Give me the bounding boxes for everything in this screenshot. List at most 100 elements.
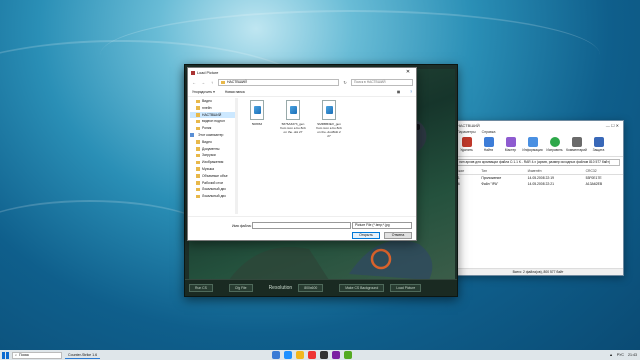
table-row[interactable]: 96 Файл "IPA" 14.05.2008 22:21 A13A62EB <box>453 181 623 187</box>
make-background-button[interactable]: Make CS Background <box>339 284 385 292</box>
info-icon <box>527 137 538 147</box>
sidebar-item[interactable]: Объемные объе <box>190 173 235 180</box>
file-type-select[interactable]: Picture File (*.bmp;*.jpg <box>352 222 412 229</box>
refresh-icon[interactable]: ↻ <box>342 80 348 85</box>
back-icon[interactable]: ← <box>191 80 197 85</box>
image-file-icon <box>250 100 264 120</box>
sidebar-item[interactable]: Локальный дис <box>190 193 235 200</box>
tool-label: Удалить <box>460 148 473 152</box>
taskbar-app-counter-strike[interactable]: Counter-Strike 1.6 <box>65 352 101 359</box>
sidebar-item[interactable]: Документы <box>190 146 235 153</box>
sidebar-item[interactable]: Загрузки <box>190 152 235 159</box>
tool-repair-button[interactable]: Исправить <box>545 137 564 154</box>
navigation-scrollbar[interactable] <box>235 98 238 214</box>
sidebar-item[interactable]: Этот компьютер <box>190 132 235 139</box>
sidebar-item-label: НАСТВШИЙ <box>202 112 222 117</box>
sidebar-item-label: видеоп подгол <box>202 119 225 124</box>
computer-icon <box>190 133 194 137</box>
game-icon[interactable] <box>320 351 328 359</box>
menu-item[interactable]: Справка <box>482 130 496 134</box>
sidebar-item[interactable]: Локальный дис <box>190 186 235 193</box>
tool-label: Исправить <box>546 148 563 152</box>
sidebar-item-label: Музыка <box>202 166 214 171</box>
run-cs-button[interactable]: Run CS <box>189 284 213 292</box>
sidebar-item[interactable]: НАСТВШИЙ <box>190 111 235 119</box>
archive-path: лин архив для архивации файла C:1.1 К - … <box>456 159 620 166</box>
sidebar-item[interactable]: Музыка <box>190 166 235 173</box>
archive-file-table: Сжат Тип Изменён CRC32 21 Приложение 14.… <box>453 168 623 187</box>
sidebar-item[interactable]: Видео <box>190 98 235 105</box>
resolution-label: Resolution <box>268 285 293 291</box>
system-tray: ▲ РУС 21:43 <box>609 350 637 360</box>
archiver-icon[interactable] <box>332 351 340 359</box>
find-icon <box>483 137 494 147</box>
sidebar-item[interactable]: Ролик <box>190 125 235 132</box>
cell: 14.05.2008 22:21 <box>527 182 555 186</box>
edge-icon[interactable] <box>284 351 292 359</box>
tool-label: Найти <box>483 148 494 152</box>
clock[interactable]: 21:43 <box>628 353 637 357</box>
sidebar-item[interactable]: Рабочий стол <box>190 180 235 187</box>
cell: A13A62EB <box>585 182 603 186</box>
tool-protect-button[interactable]: Защита <box>589 137 608 154</box>
tool-label: Защита <box>592 148 605 152</box>
sidebar-item[interactable]: Изображения <box>190 159 235 166</box>
sidebar-item[interactable]: Видео <box>190 139 235 146</box>
file-item[interactable]: 508863 <box>244 100 270 138</box>
folder-icon <box>196 174 200 178</box>
file-item[interactable]: SMRBB3EX_gen from icon a bo 8nb on the..… <box>316 100 342 138</box>
app-icon[interactable] <box>344 351 352 359</box>
tool-wizard-button[interactable]: Мастер <box>501 137 520 154</box>
archiver-toolbar: Удалить Найти Мастер Информация Исправит… <box>453 135 623 157</box>
sidebar-item[interactable]: плейн <box>190 105 235 112</box>
folder-icon <box>196 153 200 158</box>
address-bar[interactable]: НАСТВШИЙ <box>218 79 339 86</box>
sidebar-item-label: Изображения <box>202 160 224 165</box>
archiver-window: НАСТВШИЙ — ☐ ✕ Параметры Справка Удалить… <box>452 120 624 276</box>
new-folder-button[interactable]: Новая папка <box>225 90 245 94</box>
view-icon[interactable]: ▦ <box>397 90 400 94</box>
network-icon[interactable]: ▲ <box>609 353 613 357</box>
up-icon[interactable]: ↑ <box>209 80 215 85</box>
tool-comment-button[interactable]: Комментарий <box>566 137 587 154</box>
filename-label: Имя файла: <box>232 224 252 228</box>
filename-input[interactable] <box>252 222 351 229</box>
tool-info-button[interactable]: Информация <box>522 137 543 154</box>
forward-icon[interactable]: → <box>200 80 206 85</box>
window-controls[interactable]: — ☐ ✕ <box>606 123 619 128</box>
help-icon[interactable]: ? <box>410 90 412 94</box>
tool-delete-button[interactable]: Удалить <box>457 137 476 154</box>
menu-item[interactable]: Параметры <box>457 130 476 134</box>
cfg-file-button[interactable]: Cfg File <box>228 284 253 292</box>
dialog-titlebar[interactable]: Load Picture ✕ <box>188 68 416 77</box>
tool-label: Комментарий <box>566 148 587 152</box>
resolution-select[interactable]: 800x600 <box>298 284 324 292</box>
sidebar-item-label: Видео <box>202 139 212 144</box>
tool-find-button[interactable]: Найти <box>479 137 498 154</box>
close-icon[interactable]: ✕ <box>403 69 413 76</box>
language-indicator[interactable]: РУС <box>617 353 624 357</box>
cell: Файл "IPA" <box>481 182 499 186</box>
file-explorer-icon[interactable] <box>296 351 304 359</box>
load-picture-button[interactable]: Load Picture <box>390 284 422 292</box>
navigation-pane: Видео плейн НАСТВШИЙ видеоп подгол Ролик Этот… <box>190 98 235 214</box>
start-icon[interactable] <box>2 351 9 359</box>
image-file-icon <box>322 100 336 120</box>
archiver-titlebar[interactable]: НАСТВШИЙ — ☐ ✕ <box>453 121 623 129</box>
repair-icon <box>549 137 560 147</box>
sidebar-item-label: Рабочий стол <box>202 180 224 185</box>
open-button[interactable]: Открыть <box>352 232 380 239</box>
file-item[interactable]: 5876A6373_gen from icon a bo 8nb on the.… <box>280 100 306 138</box>
task-view-icon[interactable] <box>272 351 280 359</box>
archiver-title: НАСТВШИЙ <box>457 123 480 128</box>
sidebar-item-label: Видео <box>202 99 212 103</box>
organize-button[interactable]: Упорядочить ▾ <box>192 90 215 94</box>
taskbar-search[interactable]: ⌕ Поиск <box>12 351 62 359</box>
opera-icon[interactable] <box>308 351 316 359</box>
protect-icon <box>593 137 604 147</box>
folder-icon <box>196 113 200 117</box>
wizard-icon <box>505 137 516 147</box>
sidebar-item[interactable]: видеоп подгол <box>190 118 235 125</box>
search-input[interactable]: Поиск в НАСТВШИЙ <box>351 79 413 86</box>
cancel-button[interactable]: Отмена <box>384 232 412 239</box>
